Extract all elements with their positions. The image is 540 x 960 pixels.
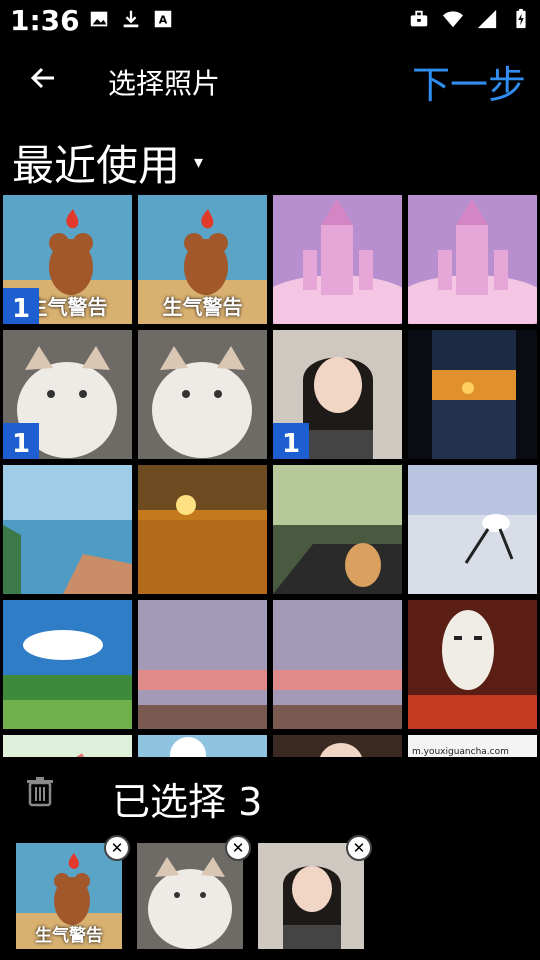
next-button[interactable]: 下一步 [412,54,526,109]
selected-thumbnails: 生气警告 ✕ ✕ ✕ [16,835,372,949]
selection-order-badge: 1 [3,288,39,324]
toolbar: 选择照片 下一步 [0,44,540,114]
battery-charging-icon [516,8,526,29]
photo-tile[interactable] [138,465,267,594]
photo-tile[interactable] [273,600,402,729]
photo-cat-in-car [273,465,402,594]
photo-white-cat [138,330,267,459]
photo-coastal-town [3,465,132,594]
photo-pink-sky [273,600,402,729]
status-time: 1:36 [10,4,80,37]
website-url: m.youxiguancha.com [412,747,509,757]
photo-tile[interactable] [138,330,267,459]
signal-icon [477,9,497,29]
selection-order-badge: 1 [3,423,39,459]
status-bar: 1:36 A [0,0,540,44]
album-dropdown[interactable]: 最近使用 ▾ [12,132,203,193]
photo-tile[interactable] [3,465,132,594]
photo-tile[interactable]: 1 [273,330,402,459]
remove-selection-button[interactable]: ✕ [104,835,130,861]
photo-tile[interactable] [408,465,537,594]
photo-egret-beach [408,465,537,594]
remove-selection-button[interactable]: ✕ [346,835,372,861]
selected-thumb[interactable]: ✕ [137,835,251,949]
photo-tile[interactable]: 生气警告 [138,195,267,324]
photo-green-field [3,600,132,729]
page-title: 选择照片 [108,67,221,100]
photo-tile[interactable] [273,195,402,324]
image-icon [90,11,108,27]
selected-thumb[interactable]: ✕ [258,835,372,949]
photo-caption: 生气警告 [162,295,243,319]
photo-pink-sky [138,600,267,729]
photo-tile[interactable]: 1 [3,330,132,459]
photo-tile[interactable] [138,735,267,757]
photo-golden-sunset [138,465,267,594]
photo-tile[interactable] [273,465,402,594]
photo-sunset-sea [408,330,537,459]
photo-caption: 生气警告 [35,926,103,946]
photo-white-cat [137,843,243,949]
photo-tile[interactable] [3,735,132,757]
photo-girl-portrait [258,843,364,949]
photo-pink-castle [408,195,537,324]
photo-grid: 生气警告 1 生气警告 1 1 m.youxiguancha.com [0,193,540,757]
photo-tile[interactable] [273,735,402,757]
photo-tile[interactable] [138,600,267,729]
photo-anime-art [138,735,267,757]
selection-order-badge: 1 [273,423,309,459]
selection-panel: 已选择 3 生气警告 ✕ ✕ ✕ [0,757,540,960]
photo-tile[interactable] [408,600,537,729]
photo-tile[interactable]: m.youxiguancha.com [408,735,537,757]
work-bag-icon [410,10,428,27]
photo-tile[interactable] [408,330,537,459]
album-label: 最近使用 [12,141,181,190]
translate-icon: A [154,10,172,28]
wifi-icon [442,11,464,28]
photo-tile[interactable]: 生气警告 1 [3,195,132,324]
photo-tile[interactable] [408,195,537,324]
photo-no-face [408,600,537,729]
photo-pink-castle [273,195,402,324]
selected-count-label: 已选择 3 [112,780,263,824]
photo-map [3,735,132,757]
trash-icon[interactable] [26,777,54,807]
photo-tile[interactable] [3,600,132,729]
photo-girl-portrait [273,735,402,757]
download-icon [123,10,139,28]
remove-selection-button[interactable]: ✕ [225,835,251,861]
chevron-down-icon: ▾ [194,152,204,173]
svg-text:A: A [159,14,168,27]
back-arrow-icon[interactable] [24,58,64,98]
selected-thumb[interactable]: 生气警告 ✕ [16,835,130,949]
